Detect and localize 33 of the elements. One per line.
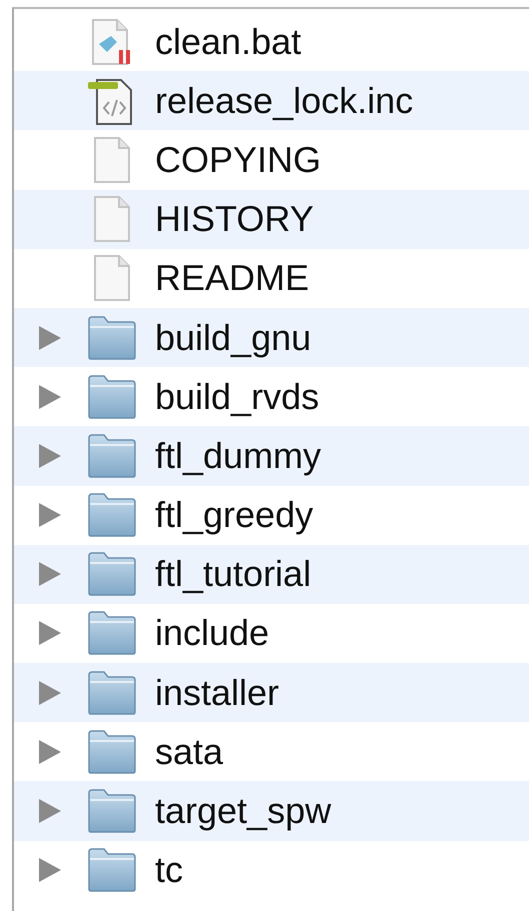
file-name[interactable]: include bbox=[155, 612, 270, 654]
disclosure-triangle-icon[interactable] bbox=[37, 798, 61, 824]
disclosure-triangle-icon[interactable] bbox=[37, 442, 61, 469]
script-file-icon bbox=[91, 18, 133, 66]
disclosure-triangle-icon[interactable] bbox=[37, 324, 61, 351]
folder-icon bbox=[87, 611, 137, 656]
folder-icon bbox=[87, 670, 137, 715]
disclosure-triangle-icon[interactable] bbox=[37, 384, 61, 410]
disclosure-triangle-icon[interactable] bbox=[37, 857, 61, 884]
disclosure-triangle-icon[interactable] bbox=[37, 680, 61, 706]
file-name[interactable]: sata bbox=[155, 730, 224, 773]
folder-icon bbox=[87, 789, 137, 834]
folder-icon bbox=[87, 493, 137, 538]
disclosure-triangle-icon[interactable] bbox=[37, 561, 61, 588]
folder-icon bbox=[87, 848, 137, 892]
file-name[interactable]: COPYING bbox=[155, 138, 322, 181]
document-icon bbox=[93, 195, 131, 244]
folder-icon bbox=[87, 316, 137, 360]
disclosure-triangle-icon[interactable] bbox=[37, 738, 61, 765]
file-name[interactable]: ftl_greedy bbox=[155, 494, 314, 536]
folder-icon bbox=[87, 374, 137, 419]
file-name[interactable]: tc bbox=[155, 849, 184, 892]
disclosure-triangle-icon[interactable] bbox=[37, 502, 61, 528]
file-name[interactable]: installer bbox=[155, 672, 280, 714]
file-name[interactable]: clean.bat bbox=[155, 20, 302, 63]
document-icon bbox=[93, 136, 131, 184]
file-name[interactable]: README bbox=[155, 257, 310, 300]
disclosure-triangle-icon[interactable] bbox=[37, 620, 61, 646]
document-icon bbox=[93, 254, 131, 302]
file-name[interactable]: build_rvds bbox=[155, 376, 320, 418]
folder-icon bbox=[87, 552, 137, 596]
folder-icon bbox=[87, 434, 137, 478]
folder-icon bbox=[87, 730, 137, 774]
